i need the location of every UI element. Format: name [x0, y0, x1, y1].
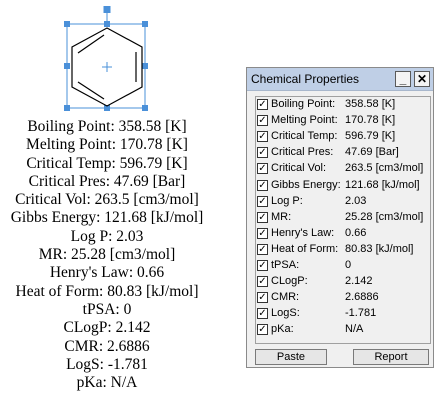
property-value: 170.78 [K] [345, 114, 396, 127]
property-label: Boiling Point: [271, 98, 336, 110]
property-row: ✓ Log P: 2.03 [257, 195, 429, 211]
property-label: CMR: [271, 291, 300, 304]
property-row: ✓ Critical Temp: 596.79 [K] [257, 130, 429, 146]
property-value: 0.66 [345, 226, 367, 239]
calc-line-heat-of-form: Heat of Form: 80.83 [kJ/mol] [15, 282, 199, 300]
property-row: ✓ tPSA: 0 [257, 259, 429, 275]
calculated-properties-text: Boiling Point: 358.58 [K] Melting Point:… [0, 118, 214, 392]
property-checkbox[interactable]: ✓ [257, 147, 268, 159]
property-row: ✓ Gibbs Energy: 121.68 [kJ/mol] [257, 179, 429, 195]
property-checkbox[interactable]: ✓ [257, 211, 268, 223]
calc-line-pka: pKa: N/A [76, 374, 138, 392]
property-value: -1.781 [345, 307, 377, 320]
property-row: ✓ Heat of Form: 80.83 [kJ/mol] [257, 243, 429, 259]
rotation-handle[interactable] [103, 6, 111, 13]
property-label: Henry's Law: [271, 226, 335, 239]
property-checkbox[interactable]: ✓ [257, 308, 268, 320]
property-label: Melting Point: [271, 114, 338, 127]
selection-box [66, 23, 146, 109]
window-title: Chemical Properties [251, 72, 360, 86]
property-row: ✓ Critical Pres: 47.69 [Bar] [257, 146, 429, 162]
property-value: 25.28 [cm3/mol] [345, 210, 424, 223]
property-checkbox[interactable]: ✓ [257, 292, 268, 304]
close-button[interactable]: ✕ [414, 71, 430, 87]
property-checkbox[interactable]: ✓ [257, 227, 268, 239]
property-checkbox[interactable]: ✓ [257, 276, 268, 288]
calc-line-critical-pres: Critical Pres: 47.69 [Bar] [28, 172, 186, 190]
selection-handle-ml[interactable] [64, 63, 70, 69]
property-value: 121.68 [kJ/mol] [345, 178, 420, 191]
paste-button[interactable]: Paste [255, 349, 327, 365]
report-button[interactable]: Report [353, 349, 429, 365]
minimize-button[interactable]: _ [395, 71, 411, 87]
calc-line-critical-temp: Critical Temp: 596.79 [K] [26, 154, 188, 172]
property-checkbox[interactable]: ✓ [257, 99, 268, 110]
property-checkbox[interactable]: ✓ [257, 115, 268, 127]
selection-handle-mr[interactable] [142, 63, 148, 69]
calc-line-cmr: CMR: 2.6886 [64, 337, 150, 355]
selection-handle-br[interactable] [142, 105, 148, 111]
selection-handle-tr[interactable] [142, 21, 148, 27]
property-label: Critical Temp: [271, 130, 338, 143]
property-value: 263.5 [cm3/mol] [345, 162, 424, 175]
calc-line-log-p: Log P: 2.03 [70, 227, 144, 245]
calc-line-gibbs-energy: Gibbs Energy: 121.68 [kJ/mol] [10, 209, 204, 227]
property-value: 358.58 [K] [345, 98, 396, 110]
property-checkbox[interactable]: ✓ [257, 195, 268, 207]
property-value: 596.79 [K] [345, 130, 396, 143]
double-bond-bottom-left [77, 81, 105, 100]
property-row: ✓ MR: 25.28 [cm3/mol] [257, 211, 429, 227]
property-label: CLogP: [271, 275, 308, 288]
property-value: 47.69 [Bar] [345, 146, 399, 159]
calc-line-logs: LogS: -1.781 [66, 355, 148, 373]
calc-line-clogp: CLogP: 2.142 [63, 319, 151, 337]
calc-line-critical-vol: Critical Vol: 263.5 [cm3/mol] [15, 191, 199, 209]
property-label: Log P: [271, 194, 303, 207]
property-row: ✓ CMR: 2.6886 [257, 291, 429, 307]
property-row: ✓ LogS: -1.781 [257, 307, 429, 323]
selection-handle-tl[interactable] [64, 21, 70, 27]
property-row: ✓ CLogP: 2.142 [257, 275, 429, 291]
property-row: ✓ Henry's Law: 0.66 [257, 227, 429, 243]
window-titlebar[interactable]: Chemical Properties _ ✕ [247, 68, 433, 91]
property-label: tPSA: [271, 259, 300, 271]
property-value: N/A [345, 323, 364, 336]
calc-line-melting-point: Melting Point: 170.78 [K] [26, 136, 188, 154]
double-bond-top-left [77, 34, 105, 54]
property-value: 2.6886 [345, 291, 379, 304]
property-checkbox[interactable]: ✓ [257, 243, 268, 255]
benzene-structure[interactable] [64, 4, 150, 112]
property-label: Critical Vol: [271, 162, 327, 175]
calc-line-henrys-law: Henry's Law: 0.66 [49, 264, 165, 282]
property-value: 2.03 [345, 194, 367, 207]
property-label: Critical Pres: [271, 146, 334, 159]
property-checkbox[interactable]: ✓ [257, 324, 268, 336]
property-checkbox[interactable]: ✓ [257, 163, 268, 175]
property-row: ✓ pKa: N/A [257, 323, 429, 339]
property-row: ✓ Boiling Point: 358.58 [K] [257, 98, 429, 114]
selection-handle-bl[interactable] [64, 105, 70, 111]
calc-line-boiling-point: Boiling Point: 358.58 [K] [27, 118, 187, 135]
property-label: pKa: [271, 323, 294, 336]
property-label: MR: [271, 210, 292, 223]
selection-handle-tm[interactable] [104, 21, 110, 27]
property-label: Heat of Form: [271, 242, 339, 255]
property-label: Gibbs Energy: [271, 178, 341, 191]
property-value: 2.142 [345, 275, 373, 288]
chemical-properties-window: Chemical Properties _ ✕ ✓ Boiling Point: 3… [246, 67, 434, 368]
property-checkbox[interactable]: ✓ [257, 131, 268, 143]
property-row: ✓ Melting Point: 170.78 [K] [257, 114, 429, 130]
calc-line-tpsa: tPSA: 0 [82, 300, 132, 318]
property-checkbox[interactable]: ✓ [257, 179, 268, 191]
property-value: 0 [345, 259, 352, 271]
property-value: 80.83 [kJ/mol] [345, 242, 414, 255]
property-row: ✓ Critical Vol: 263.5 [cm3/mol] [257, 162, 429, 178]
property-checkbox[interactable]: ✓ [257, 260, 268, 271]
calc-line-mr: MR: 25.28 [cm3/mol] [38, 246, 176, 264]
property-label: LogS: [271, 307, 300, 320]
properties-list: ✓ Boiling Point: 358.58 [K] ✓ Melting Point:… [255, 96, 431, 344]
